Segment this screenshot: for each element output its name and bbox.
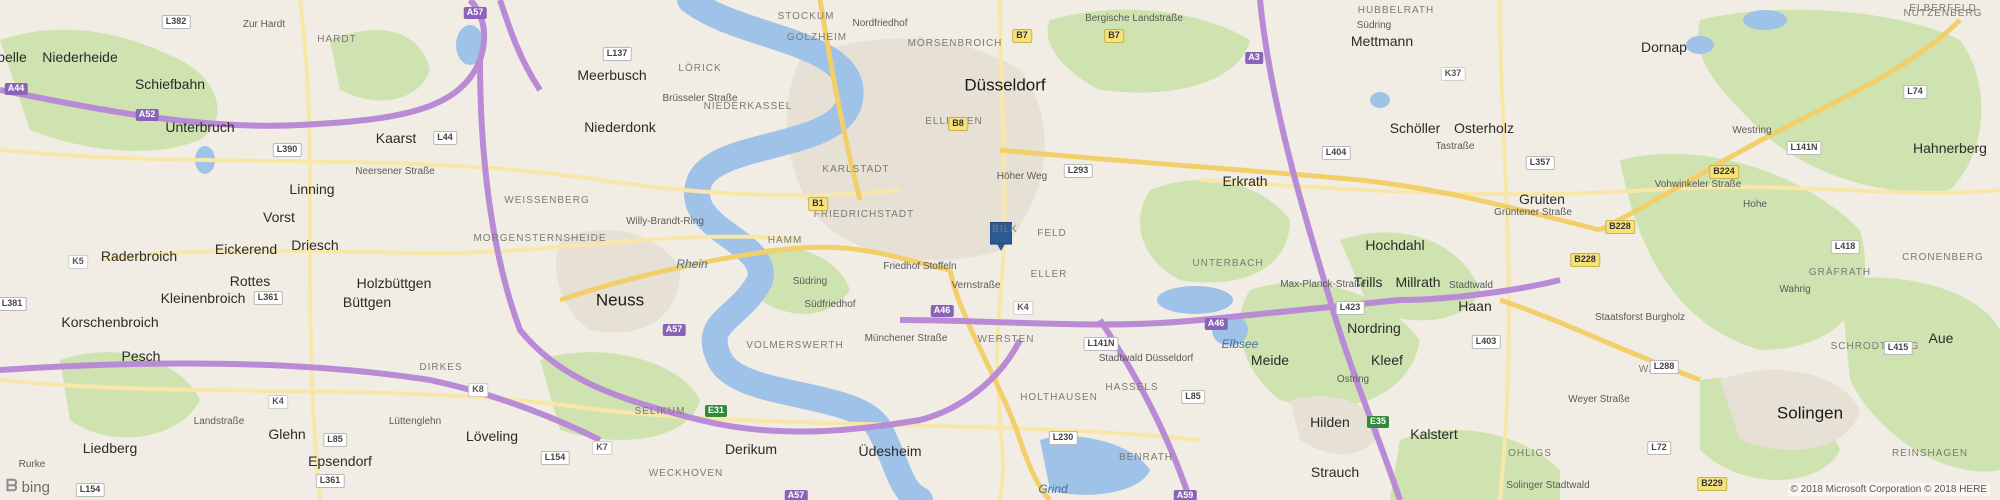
bing-logo[interactable]: ᗷ bing [6, 478, 50, 496]
map-view[interactable]: Düsseldorf Neuss Solingen Hilden Meerbusch Me… [0, 0, 2000, 500]
european-route-shield: E31 [704, 405, 728, 417]
state-road-shield: L288 [1649, 360, 1679, 374]
bing-b-icon: ᗷ [6, 478, 18, 495]
county-road-shield: K4 [268, 395, 288, 409]
state-road-shield: L418 [1830, 240, 1860, 254]
county-road-shield: K7 [592, 441, 612, 455]
state-road-shield: L44 [433, 131, 457, 145]
state-road-shield: L230 [1048, 431, 1078, 445]
federal-road-shield: B7 [1012, 29, 1032, 43]
european-route-shield: E35 [1366, 416, 1390, 428]
location-pin-icon[interactable] [990, 222, 1012, 252]
state-road-shield: L404 [1321, 146, 1351, 160]
motorway-shield: A46 [930, 305, 954, 317]
motorway-shield: A59 [1173, 490, 1197, 500]
state-road-shield: L423 [1335, 301, 1365, 315]
state-road-shield: L381 [0, 297, 27, 311]
motorway-shield: A46 [1204, 318, 1228, 330]
state-road-shield: L141N [1083, 337, 1119, 351]
state-road-shield: L85 [1181, 390, 1205, 404]
copyright-notice: © 2018 Microsoft Corporation © 2018 HERE [1787, 483, 1990, 496]
county-road-shield: K4 [1013, 301, 1033, 315]
federal-road-shield: B1 [808, 197, 828, 211]
state-road-shield: L141N [1786, 141, 1822, 155]
federal-road-shield: B8 [948, 117, 968, 131]
state-road-shield: L85 [323, 433, 347, 447]
bing-logo-text: bing [21, 478, 50, 496]
federal-road-shield: B228 [1605, 220, 1635, 234]
state-road-shield: L357 [1525, 156, 1555, 170]
federal-road-shield: B7 [1104, 29, 1124, 43]
state-road-shield: L74 [1903, 85, 1927, 99]
state-road-shield: L415 [1883, 341, 1913, 355]
motorway-shield: A57 [662, 324, 686, 336]
state-road-shield: L403 [1471, 335, 1501, 349]
state-road-shield: L361 [253, 291, 283, 305]
county-road-shield: K5 [68, 255, 88, 269]
state-road-shield: L154 [540, 451, 570, 465]
lake-east [1686, 36, 1714, 54]
motorway-shield: A44 [4, 83, 28, 95]
state-road-shield: L293 [1063, 164, 1093, 178]
state-road-shield: L154 [75, 483, 105, 497]
federal-road-shield: B228 [1570, 253, 1600, 267]
county-road-shield: K8 [468, 383, 488, 397]
lake-mid [1370, 92, 1390, 108]
county-road-shield: K37 [1440, 67, 1466, 81]
unterbach-lake [1157, 286, 1233, 314]
state-road-shield: L72 [1647, 441, 1671, 455]
lake-east-2 [1743, 10, 1787, 30]
state-road-shield: L382 [161, 15, 191, 29]
state-road-shield: L137 [602, 47, 632, 61]
motorway-shield: A52 [135, 109, 159, 121]
motorway-shield: A57 [463, 7, 487, 19]
federal-road-shield: B229 [1697, 477, 1727, 491]
motorway-shield: A57 [784, 490, 808, 500]
state-road-shield: L361 [315, 474, 345, 488]
motorway-shield: A3 [1245, 52, 1263, 64]
federal-road-shield: B224 [1709, 165, 1739, 179]
state-road-shield: L390 [272, 143, 302, 157]
